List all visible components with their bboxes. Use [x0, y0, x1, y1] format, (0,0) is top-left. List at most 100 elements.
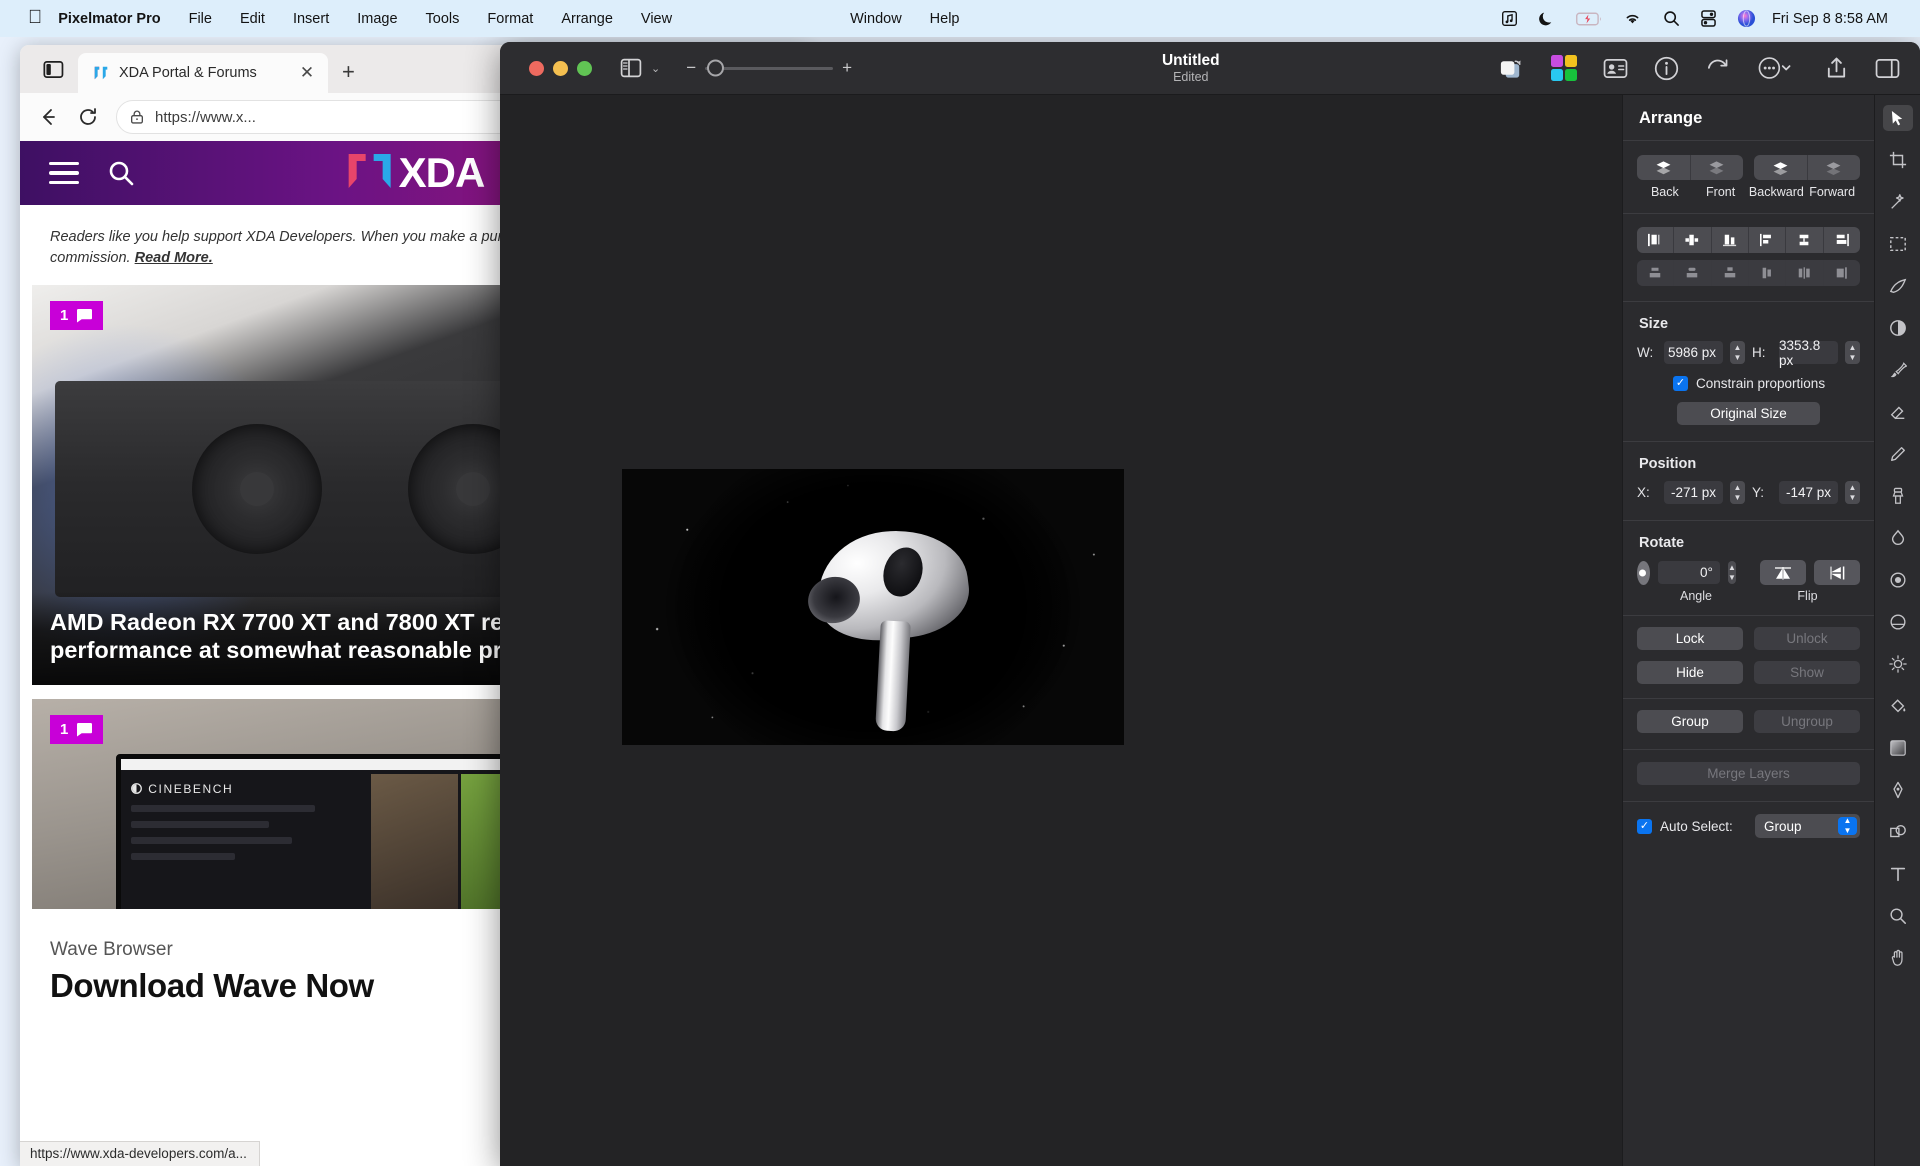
- read-more-link[interactable]: Read More.: [135, 250, 213, 266]
- x-input[interactable]: -271 px: [1664, 481, 1723, 504]
- menu-item-view[interactable]: View: [627, 11, 686, 27]
- zoom-slider-knob[interactable]: [707, 59, 725, 77]
- lighten-tool[interactable]: [1883, 651, 1913, 677]
- menu-item-file[interactable]: File: [175, 11, 226, 27]
- width-input[interactable]: 5986 px: [1664, 341, 1723, 364]
- apple-logo-icon[interactable]: : [28, 8, 42, 27]
- align-right-icon[interactable]: [1712, 227, 1749, 253]
- angle-input[interactable]: 0°: [1657, 561, 1720, 584]
- blur-tool[interactable]: [1883, 567, 1913, 593]
- gradient-tool[interactable]: [1883, 735, 1913, 761]
- menu-app-name[interactable]: Pixelmator Pro: [58, 11, 174, 27]
- reload-button[interactable]: [70, 99, 106, 135]
- align-middle-vertical-icon[interactable]: [1786, 227, 1824, 253]
- control-center-icon[interactable]: [1701, 10, 1716, 27]
- export-icon[interactable]: [1824, 56, 1849, 81]
- duplicate-icon[interactable]: [1498, 56, 1525, 80]
- sharpen-tool[interactable]: [1883, 609, 1913, 635]
- siri-icon[interactable]: [1737, 9, 1756, 28]
- paint-bucket-tool[interactable]: [1883, 693, 1913, 719]
- align-bottom-icon[interactable]: [1824, 227, 1860, 253]
- pencil-tool[interactable]: [1883, 441, 1913, 467]
- arrow-select-tool[interactable]: [1882, 105, 1913, 131]
- color-adjust-tool[interactable]: [1883, 315, 1913, 341]
- menu-item-image[interactable]: Image: [343, 11, 411, 27]
- zoom-slider-track[interactable]: [705, 59, 834, 77]
- crop-tool[interactable]: [1883, 147, 1913, 173]
- menu-item-insert[interactable]: Insert: [279, 11, 343, 27]
- color-swatches-icon[interactable]: [1550, 54, 1577, 82]
- smudge-tool[interactable]: [1883, 525, 1913, 551]
- paint-brush-tool[interactable]: [1883, 357, 1913, 383]
- bring-forward-icon[interactable]: [1808, 155, 1861, 180]
- menubar-clock[interactable]: Fri Sep 8 8:58 AM: [1772, 11, 1888, 27]
- x-stepper[interactable]: ▲ ▼: [1730, 481, 1745, 504]
- canvas-image-airpod[interactable]: [622, 469, 1124, 745]
- sidebar-toggle-icon[interactable]: [36, 52, 70, 86]
- more-options-icon[interactable]: [1756, 56, 1798, 80]
- zoom-in-button[interactable]: +: [842, 58, 852, 78]
- document-title[interactable]: Untitled: [884, 52, 1497, 70]
- search-icon[interactable]: [1663, 10, 1680, 27]
- angle-stepper[interactable]: ▲ ▼: [1727, 561, 1736, 584]
- close-button[interactable]: [529, 60, 544, 76]
- flip-horizontal-icon[interactable]: [1760, 560, 1806, 585]
- zoom-out-button[interactable]: −: [686, 58, 696, 78]
- clone-stamp-tool[interactable]: [1883, 483, 1913, 509]
- backward-forward-segment[interactable]: [1754, 155, 1860, 180]
- info-icon[interactable]: [1654, 56, 1679, 81]
- hamburger-menu-icon[interactable]: [49, 161, 79, 185]
- menu-item-edit[interactable]: Edit: [226, 11, 279, 27]
- browser-tab-xda[interactable]: XDA Portal & Forums ✕: [78, 53, 328, 93]
- y-input[interactable]: -147 px: [1779, 481, 1838, 504]
- menu-item-tools[interactable]: Tools: [412, 11, 474, 27]
- back-button[interactable]: [30, 99, 66, 135]
- new-tab-button[interactable]: +: [342, 59, 355, 85]
- share-arrow-icon[interactable]: [1705, 56, 1730, 81]
- pen-tool[interactable]: [1883, 777, 1913, 803]
- minimize-button[interactable]: [553, 60, 568, 76]
- wifi-icon[interactable]: [1623, 11, 1642, 26]
- quick-select-tool[interactable]: [1883, 273, 1913, 299]
- zoom-slider-control[interactable]: − +: [686, 58, 852, 78]
- moon-icon[interactable]: [1539, 10, 1555, 27]
- height-stepper[interactable]: ▲ ▼: [1845, 341, 1860, 364]
- magic-wand-tool[interactable]: [1883, 189, 1913, 215]
- hide-button[interactable]: Hide: [1637, 661, 1743, 684]
- y-stepper[interactable]: ▲ ▼: [1845, 481, 1860, 504]
- zoom-button[interactable]: [577, 60, 592, 76]
- close-icon[interactable]: ✕: [296, 63, 318, 83]
- comment-badge[interactable]: 1: [50, 715, 104, 745]
- width-stepper[interactable]: ▲ ▼: [1730, 341, 1745, 364]
- music-icon[interactable]: [1501, 10, 1518, 27]
- send-to-back-icon[interactable]: [1637, 155, 1691, 180]
- rotate-dial[interactable]: [1637, 560, 1650, 585]
- text-tool[interactable]: [1883, 861, 1913, 887]
- align-center-horizontal-icon[interactable]: [1674, 227, 1712, 253]
- canvas-area[interactable]: [500, 95, 1622, 1166]
- search-icon[interactable]: [107, 159, 135, 187]
- xda-logo[interactable]: XDA: [346, 151, 485, 195]
- menu-item-help[interactable]: Help: [916, 11, 974, 27]
- comment-badge[interactable]: 1: [50, 301, 104, 331]
- back-front-segment[interactable]: [1637, 155, 1743, 180]
- menu-item-window[interactable]: Window: [836, 11, 916, 27]
- right-panel-toggle-icon[interactable]: [1875, 56, 1900, 81]
- identity-icon[interactable]: [1603, 56, 1628, 81]
- group-button[interactable]: Group: [1637, 710, 1743, 733]
- menu-item-format[interactable]: Format: [473, 11, 547, 27]
- eraser-tool[interactable]: [1883, 399, 1913, 425]
- battery-charging-icon[interactable]: [1575, 12, 1602, 26]
- zoom-tool[interactable]: [1883, 903, 1913, 929]
- flip-vertical-icon[interactable]: [1814, 560, 1860, 585]
- constrain-proportions-checkbox[interactable]: ✓: [1673, 376, 1688, 391]
- constrain-proportions-row[interactable]: ✓ Constrain proportions: [1637, 376, 1860, 391]
- original-size-button[interactable]: Original Size: [1677, 402, 1820, 425]
- align-top-icon[interactable]: [1749, 227, 1787, 253]
- lock-button[interactable]: Lock: [1637, 627, 1743, 650]
- send-backward-icon[interactable]: [1754, 155, 1808, 180]
- layers-sidebar-icon[interactable]: [620, 57, 642, 79]
- height-input[interactable]: 3353.8 px: [1779, 338, 1838, 368]
- hand-tool[interactable]: [1883, 945, 1913, 971]
- bring-to-front-icon[interactable]: [1691, 155, 1744, 180]
